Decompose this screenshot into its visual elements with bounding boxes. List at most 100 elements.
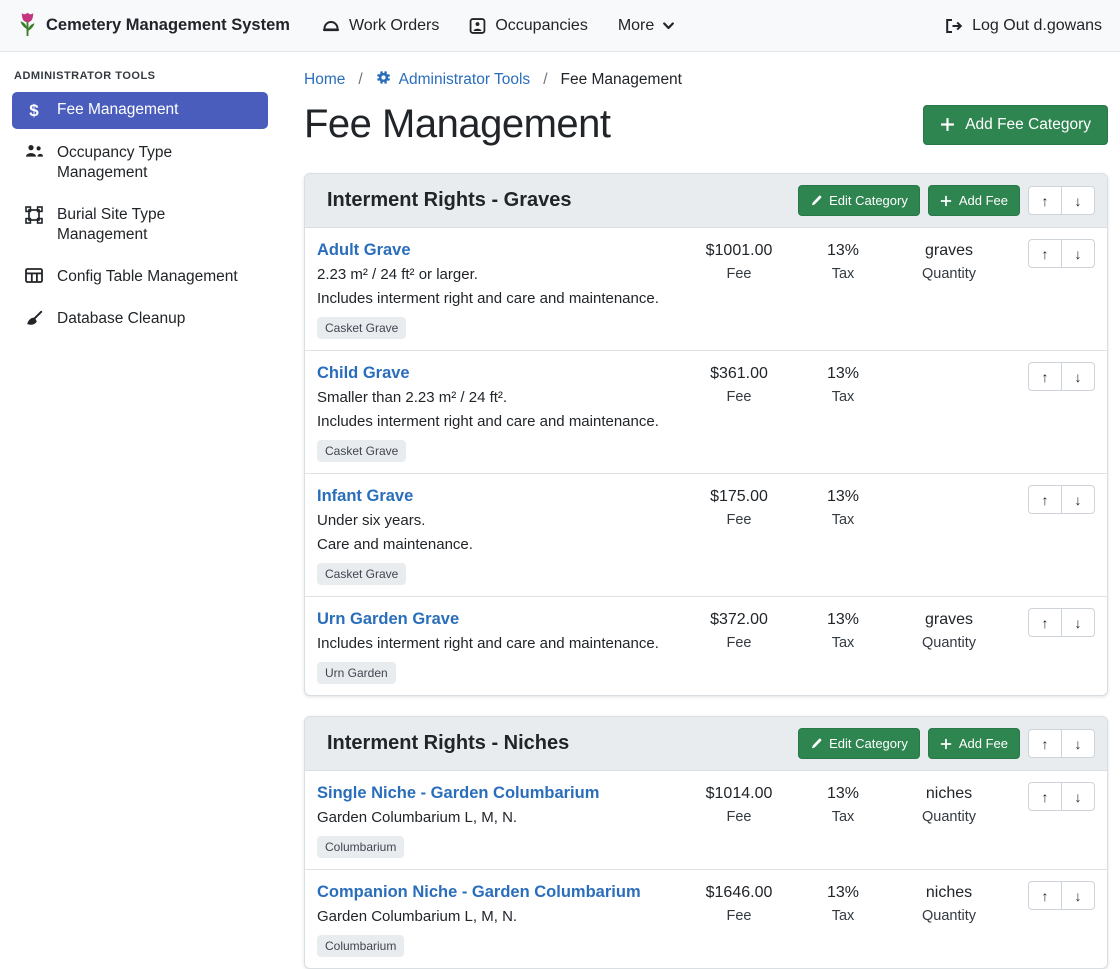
fee-move-controls: ↑ ↓: [1028, 362, 1095, 391]
fee-amount: $1646.00: [683, 881, 795, 904]
fee-type-badge: Columbarium: [317, 836, 404, 858]
tax-rate: 13%: [795, 485, 891, 508]
category-title: Interment Rights - Graves: [327, 189, 572, 212]
breadcrumb-home-link[interactable]: Home: [304, 71, 345, 89]
fee-description: 2.23 m² / 24 ft² or larger.: [317, 263, 683, 286]
fee-name-link[interactable]: Child Grave: [317, 362, 410, 385]
fee-amount-label: Fee: [683, 905, 795, 928]
category-title: Interment Rights - Niches: [327, 732, 569, 755]
fee-move-controls: ↑ ↓: [1028, 881, 1095, 910]
add-fee-label: Add Fee: [959, 193, 1008, 208]
sidebar-item-fee-management[interactable]: $ Fee Management: [12, 92, 268, 129]
move-fee-down-button[interactable]: ↓: [1061, 881, 1095, 910]
add-fee-button[interactable]: Add Fee: [928, 185, 1020, 216]
breadcrumb: Home / Administrator Tools / Fee Managem…: [304, 70, 1108, 90]
fee-description: Includes interment right and care and ma…: [317, 287, 683, 310]
sidebar-item-database-cleanup[interactable]: Database Cleanup: [12, 301, 268, 337]
tax-label: Tax: [795, 905, 891, 928]
nav-more-label: More: [618, 17, 654, 35]
add-fee-button[interactable]: Add Fee: [928, 728, 1020, 759]
move-fee-down-button[interactable]: ↓: [1061, 485, 1095, 514]
fee-description: Includes interment right and care and ma…: [317, 410, 683, 433]
move-category-up-button[interactable]: ↑: [1028, 729, 1062, 758]
fee-category-card-graves: Interment Rights - Graves Edit Category …: [304, 173, 1108, 696]
logout-link[interactable]: Log Out d.gowans: [944, 17, 1102, 35]
move-fee-up-button[interactable]: ↑: [1028, 608, 1062, 637]
fee-amount: $1014.00: [683, 782, 795, 805]
sidebar-item-label: Fee Management: [57, 100, 179, 120]
sidebar-item-label: Database Cleanup: [57, 309, 185, 329]
pencil-icon: [810, 738, 822, 750]
quantity-label: Quantity: [891, 806, 1007, 829]
fee-description: Smaller than 2.23 m² / 24 ft².: [317, 386, 683, 409]
logout-label: Log Out d.gowans: [972, 17, 1102, 35]
quantity-unit: graves: [891, 239, 1007, 262]
vector-square-icon: [24, 206, 44, 224]
fee-move-controls: ↑ ↓: [1028, 485, 1095, 514]
fee-amount: $372.00: [683, 608, 795, 631]
fee-name-link[interactable]: Single Niche - Garden Columbarium: [317, 782, 599, 805]
app-brand[interactable]: Cemetery Management System: [18, 11, 290, 40]
logout-icon: [944, 18, 963, 34]
edit-category-button[interactable]: Edit Category: [798, 185, 920, 216]
breadcrumb-admin-tools-link[interactable]: Administrator Tools: [376, 70, 531, 90]
gear-icon: [376, 70, 391, 90]
move-fee-up-button[interactable]: ↑: [1028, 782, 1062, 811]
move-category-down-button[interactable]: ↓: [1061, 186, 1095, 215]
tax-rate: 13%: [795, 362, 891, 385]
move-fee-up-button[interactable]: ↑: [1028, 485, 1062, 514]
tax-label: Tax: [795, 632, 891, 655]
nav-occupancies-label: Occupancies: [495, 17, 588, 35]
move-fee-up-button[interactable]: ↑: [1028, 881, 1062, 910]
move-fee-down-button[interactable]: ↓: [1061, 362, 1095, 391]
quantity-label: Quantity: [891, 263, 1007, 286]
fee-description: Garden Columbarium L, M, N.: [317, 806, 683, 829]
tax-rate: 13%: [795, 239, 891, 262]
main-content: Home / Administrator Tools / Fee Managem…: [280, 52, 1120, 939]
plus-icon: [940, 738, 952, 750]
fee-amount: $361.00: [683, 362, 795, 385]
sidebar-item-config-table-management[interactable]: Config Table Management: [12, 259, 268, 295]
breadcrumb-admin-tools-label: Administrator Tools: [399, 71, 531, 89]
tulip-logo-icon: [18, 11, 37, 40]
fee-name-link[interactable]: Infant Grave: [317, 485, 413, 508]
sidebar-item-label: Burial Site Type Management: [57, 205, 256, 245]
nav-occupancies[interactable]: Occupancies: [469, 17, 588, 35]
move-fee-down-button[interactable]: ↓: [1061, 239, 1095, 268]
fee-name-link[interactable]: Urn Garden Grave: [317, 608, 459, 631]
fee-type-badge: Casket Grave: [317, 440, 406, 462]
fee-amount-label: Fee: [683, 632, 795, 655]
add-fee-label: Add Fee: [959, 736, 1008, 751]
move-fee-up-button[interactable]: ↑: [1028, 362, 1062, 391]
plus-icon: [940, 117, 955, 132]
breadcrumb-separator: /: [543, 71, 547, 89]
add-fee-category-button[interactable]: Add Fee Category: [923, 105, 1108, 145]
nav-more[interactable]: More: [618, 17, 674, 35]
edit-category-button[interactable]: Edit Category: [798, 728, 920, 759]
fee-amount: $175.00: [683, 485, 795, 508]
edit-category-label: Edit Category: [829, 736, 908, 751]
move-fee-down-button[interactable]: ↓: [1061, 782, 1095, 811]
fee-amount-label: Fee: [683, 263, 795, 286]
move-fee-up-button[interactable]: ↑: [1028, 239, 1062, 268]
tax-label: Tax: [795, 386, 891, 409]
nav-work-orders-label: Work Orders: [349, 17, 439, 35]
fee-type-badge: Urn Garden: [317, 662, 396, 684]
move-fee-down-button[interactable]: ↓: [1061, 608, 1095, 637]
move-category-up-button[interactable]: ↑: [1028, 186, 1062, 215]
person-frame-icon: [469, 18, 486, 34]
move-category-down-button[interactable]: ↓: [1061, 729, 1095, 758]
fee-name-link[interactable]: Adult Grave: [317, 239, 411, 262]
fee-name-link[interactable]: Companion Niche - Garden Columbarium: [317, 881, 641, 904]
sidebar-item-burial-site-type-management[interactable]: Burial Site Type Management: [12, 197, 268, 253]
fee-row: Urn Garden Grave Includes interment righ…: [305, 597, 1107, 695]
fee-description: Under six years.: [317, 509, 683, 532]
fee-row: Adult Grave 2.23 m² / 24 ft² or larger. …: [305, 228, 1107, 351]
fee-category-card-niches: Interment Rights - Niches Edit Category …: [304, 716, 1108, 969]
fee-description: Includes interment right and care and ma…: [317, 632, 683, 655]
table-icon: [24, 268, 44, 283]
tax-label: Tax: [795, 509, 891, 532]
sidebar-item-occupancy-type-management[interactable]: Occupancy Type Management: [12, 135, 268, 191]
fee-move-controls: ↑ ↓: [1028, 239, 1095, 268]
nav-work-orders[interactable]: Work Orders: [322, 17, 439, 35]
